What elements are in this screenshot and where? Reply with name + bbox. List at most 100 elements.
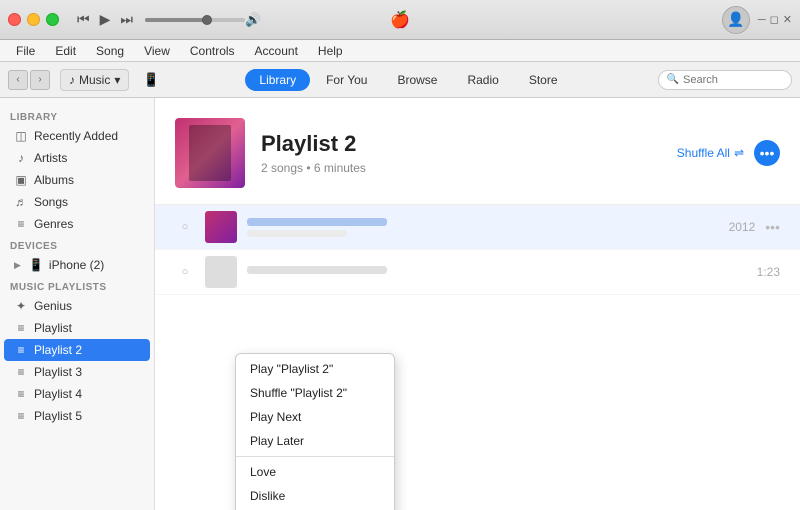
playlist5-label: Playlist 5 [34, 409, 82, 423]
ctx-shuffle-playlist[interactable]: Shuffle "Playlist 2" [236, 381, 394, 405]
songs-label: Songs [34, 195, 68, 209]
close-button[interactable] [8, 13, 21, 26]
sidebar-item-artists[interactable]: ♪ Artists [4, 147, 150, 169]
songs-icon: ♬ [14, 195, 28, 209]
menu-item-file[interactable]: File [8, 42, 43, 60]
ctx-dislike[interactable]: Dislike [236, 484, 394, 508]
tab-radio[interactable]: Radio [453, 69, 512, 91]
genres-icon: ≡ [14, 217, 28, 231]
title-bar: ⏮ ▶ ⏭ 🔊 🍎 👤 ─ ◻ ✕ [0, 0, 800, 40]
window-close-btn[interactable]: ✕ [783, 13, 792, 26]
track-more-button[interactable]: ••• [765, 219, 780, 235]
search-input[interactable] [683, 74, 783, 86]
tab-browse[interactable]: Browse [383, 69, 451, 91]
playlist-header: Playlist 2 2 songs • 6 minutes Shuffle A… [155, 98, 800, 205]
iphone-label: iPhone (2) [49, 258, 104, 272]
playlist-label: Playlist [34, 321, 72, 335]
play-button[interactable]: ▶ [98, 9, 113, 30]
menu-item-help[interactable]: Help [310, 42, 351, 60]
track-artwork [205, 211, 237, 243]
apple-logo-icon: 🍎 [390, 10, 410, 30]
devices-section-title: Devices [0, 235, 154, 254]
rewind-button[interactable]: ⏮ [75, 9, 92, 30]
window-restore-btn[interactable]: ◻ [770, 13, 779, 26]
albums-label: Albums [34, 173, 74, 187]
sidebar-item-playlist2[interactable]: ≡ Playlist 2 [4, 339, 150, 361]
window-minimize-btn[interactable]: ─ [758, 13, 766, 26]
shuffle-label: Shuffle All [677, 146, 730, 160]
playlist3-label: Playlist 3 [34, 365, 82, 379]
playlist5-icon: ≡ [14, 409, 28, 423]
genius-label: Genius [34, 299, 72, 313]
minimize-button[interactable] [27, 13, 40, 26]
ctx-play-playlist[interactable]: Play "Playlist 2" [236, 357, 394, 381]
track-list: ○ 2012 ••• ○ 1:23 [155, 205, 800, 295]
library-section-title: Library [0, 106, 154, 125]
window-resize-controls: ─ ◻ ✕ [758, 13, 792, 26]
playlists-section-title: Music Playlists [0, 276, 154, 295]
forward-button[interactable]: ⏭ [118, 9, 135, 30]
header-actions: Shuffle All ⇌ ••• [677, 140, 780, 166]
ctx-love[interactable]: Love [236, 460, 394, 484]
content-area: Playlist 2 2 songs • 6 minutes Shuffle A… [155, 98, 800, 510]
playlist2-icon: ≡ [14, 343, 28, 357]
recently-added-label: Recently Added [34, 129, 118, 143]
maximize-button[interactable] [46, 13, 59, 26]
track-number: ○ [175, 221, 195, 233]
menu-bar: FileEditSongViewControlsAccountHelp [0, 40, 800, 62]
menu-item-view[interactable]: View [136, 42, 178, 60]
sidebar-item-recently-added[interactable]: ◫ Recently Added [4, 125, 150, 147]
source-label: Music [79, 73, 110, 87]
track-album [247, 230, 347, 237]
artists-label: Artists [34, 151, 67, 165]
sidebar-item-playlist4[interactable]: ≡ Playlist 4 [4, 383, 150, 405]
sidebar-item-playlist3[interactable]: ≡ Playlist 3 [4, 361, 150, 383]
playlist-title: Playlist 2 [261, 131, 661, 157]
playlist-art-inner [189, 125, 231, 181]
ctx-play-later[interactable]: Play Later [236, 429, 394, 453]
sidebar-item-albums[interactable]: ▣ Albums [4, 169, 150, 191]
menu-item-account[interactable]: Account [247, 42, 306, 60]
search-icon: 🔍 [667, 74, 679, 85]
track-row[interactable]: ○ 2012 ••• [155, 205, 800, 250]
progress-bar[interactable] [145, 18, 245, 22]
music-note-icon: ♪ [69, 73, 75, 87]
source-selector[interactable]: ♪ Music ▾ [60, 69, 129, 91]
menu-item-song[interactable]: Song [88, 42, 132, 60]
tab-store[interactable]: Store [515, 69, 572, 91]
track-title [247, 266, 387, 274]
main-layout: Library ◫ Recently Added ♪ Artists ▣ Alb… [0, 98, 800, 510]
albums-icon: ▣ [14, 173, 28, 187]
sidebar-item-iphone[interactable]: ▶ 📱 iPhone (2) [4, 254, 150, 276]
back-button[interactable]: ‹ [8, 70, 28, 90]
expand-icon: ▶ [14, 260, 21, 271]
genius-icon: ✦ [14, 299, 28, 313]
transport-controls: ⏮ ▶ ⏭ [75, 9, 135, 30]
track-row[interactable]: ○ 1:23 [155, 250, 800, 295]
ctx-play-next[interactable]: Play Next [236, 405, 394, 429]
track-info [247, 266, 735, 278]
playlist4-label: Playlist 4 [34, 387, 82, 401]
progress-fill [145, 18, 205, 22]
sidebar-item-playlist[interactable]: ≡ Playlist [4, 317, 150, 339]
sidebar-item-genius[interactable]: ✦ Genius [4, 295, 150, 317]
nav-bar: ‹ › ♪ Music ▾ 📱 LibraryFor YouBrowseRadi… [0, 62, 800, 98]
playlist-artwork [175, 118, 245, 188]
more-options-button[interactable]: ••• [754, 140, 780, 166]
volume-icon: 🔊 [245, 12, 261, 28]
sidebar-item-playlist5[interactable]: ≡ Playlist 5 [4, 405, 150, 427]
source-chevron-icon: ▾ [114, 73, 120, 87]
search-box[interactable]: 🔍 [658, 70, 792, 90]
user-account-button[interactable]: 👤 [722, 6, 750, 34]
shuffle-all-button[interactable]: Shuffle All ⇌ [677, 146, 744, 160]
playlist-icon: ≡ [14, 321, 28, 335]
sidebar-item-genres[interactable]: ≡ Genres [4, 213, 150, 235]
menu-item-controls[interactable]: Controls [182, 42, 243, 60]
tab-for-you[interactable]: For You [312, 69, 381, 91]
tab-library[interactable]: Library [245, 69, 310, 91]
menu-item-edit[interactable]: Edit [47, 42, 84, 60]
forward-button-nav[interactable]: › [30, 70, 50, 90]
progress-area [145, 18, 245, 22]
playlist4-icon: ≡ [14, 387, 28, 401]
sidebar-item-songs[interactable]: ♬ Songs [4, 191, 150, 213]
